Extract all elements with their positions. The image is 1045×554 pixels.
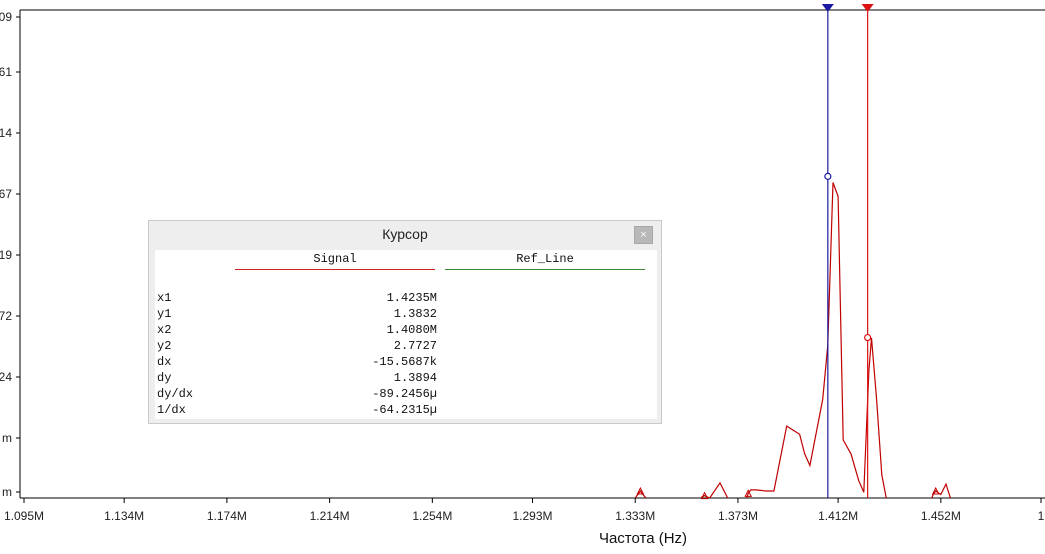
readout-row-inv-dx: 1/dx -64.2315µ <box>157 403 437 419</box>
cursor-window-title: Курсор <box>382 226 428 242</box>
y-tick-label: 61 <box>0 65 12 79</box>
readout-label: 1/dx <box>157 403 186 417</box>
series-line <box>634 182 952 498</box>
readout-row-dy: dy 1.3894 <box>157 371 437 387</box>
cursor-marker-1 <box>824 172 832 180</box>
x-tick-label: 1.095M <box>4 509 44 523</box>
readout-row-y2: y2 2.7727 <box>157 339 437 355</box>
y-tick-label: 14 <box>0 126 12 140</box>
readout-value: -89.2456µ <box>372 387 437 401</box>
cursor-handle-1 <box>821 4 834 12</box>
y-tick-label: 67 <box>0 187 12 201</box>
readout-label: dx <box>157 355 172 369</box>
x-tick-label: 1.174M <box>207 509 247 523</box>
ref-line-color-line <box>445 269 645 270</box>
x-tick-label: 1.333M <box>615 509 655 523</box>
readout-row-y1: y1 1.3832 <box>157 307 437 323</box>
readout-label: dy/dx <box>157 387 194 401</box>
readout-label: dy <box>157 371 172 385</box>
cursor-handle-2 <box>861 4 874 12</box>
readout-value: -64.2315µ <box>372 403 437 417</box>
y-tick-label: 72 <box>0 309 12 323</box>
readout-label: y1 <box>157 307 172 321</box>
y-tick-label: 09 <box>0 10 12 24</box>
cursor-marker-2 <box>864 333 872 342</box>
x-tick-label: 1.373M <box>718 509 758 523</box>
readout-value: -15.5687k <box>372 355 437 369</box>
signal-color-line <box>235 269 435 270</box>
x-tick-label: 1.214M <box>310 509 350 523</box>
y-tick-label: m <box>2 485 12 499</box>
readout-label: x1 <box>157 291 172 305</box>
column-header-signal: Signal <box>313 252 357 266</box>
y-tick-label: 24 <box>0 370 12 384</box>
close-icon[interactable]: × <box>634 226 653 244</box>
x-axis-label: Частота (Hz) <box>599 530 687 547</box>
readout-row-x1: x1 1.4235M <box>157 291 437 307</box>
x-tick-label: 1.293M <box>512 509 552 523</box>
readout-row-dx: dx -15.5687k <box>157 355 437 371</box>
readout-value: 1.3894 <box>393 371 437 385</box>
x-tick-label: 1.452M <box>921 509 961 523</box>
column-header-ref-line: Ref_Line <box>516 252 574 266</box>
readout-value: 1.4235M <box>386 291 437 305</box>
cursor-window[interactable]: Курсор × Signal Ref_Line x1 1.4235M y1 1… <box>148 220 662 424</box>
readout-label: x2 <box>157 323 172 337</box>
y-tick-label: 19 <box>0 248 12 262</box>
readout-value: 1.3832 <box>393 307 437 321</box>
x-tick-label: 1.134M <box>104 509 144 523</box>
readout-value: 1.4080M <box>386 323 437 337</box>
readout-row-x2: x2 1.4080M <box>157 323 437 339</box>
readout-value: 2.7727 <box>393 339 437 353</box>
readout-row-dydx: dy/dx -89.2456µ <box>157 387 437 403</box>
y-tick-label: m <box>2 431 12 445</box>
readout-label: y2 <box>157 339 172 353</box>
x-tick-label: 1 <box>1038 509 1045 523</box>
cursor-readout-table: Signal Ref_Line x1 1.4235M y1 1.3832 x2 … <box>155 250 657 419</box>
x-tick-label: 1.412M <box>818 509 858 523</box>
x-tick-label: 1.254M <box>412 509 452 523</box>
